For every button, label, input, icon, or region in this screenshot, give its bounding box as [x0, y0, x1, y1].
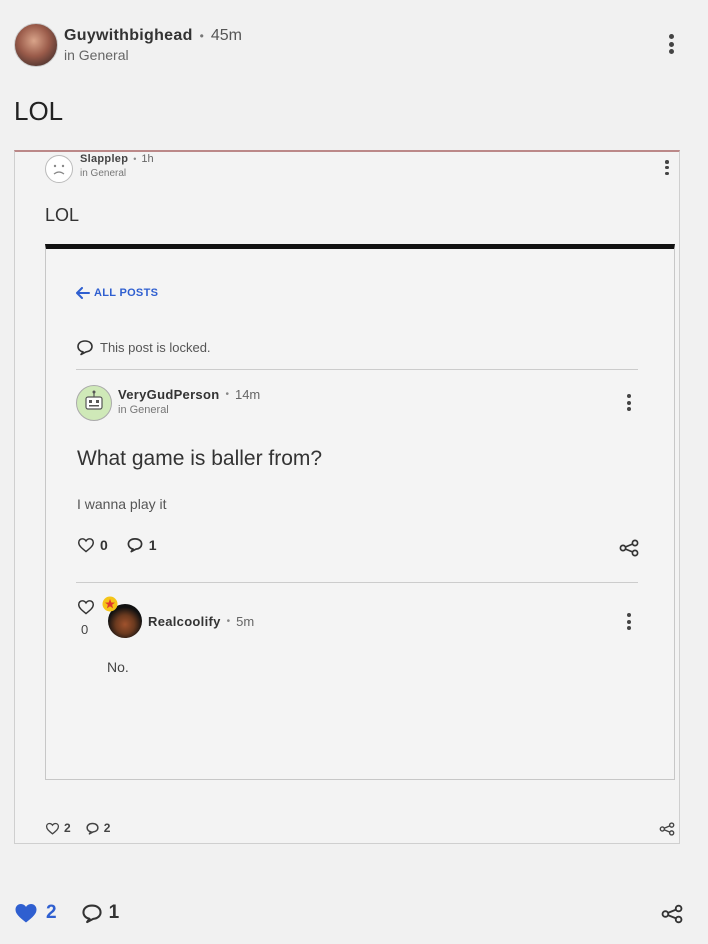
robot-avatar-icon: [85, 390, 103, 410]
screenshot-post-time: 1h: [141, 153, 154, 165]
inner-post-body: I wanna play it: [77, 496, 167, 512]
meta-separator: •: [226, 616, 231, 627]
all-posts-label: ALL POSTS: [94, 287, 159, 299]
divider: [76, 369, 638, 370]
sad-face-icon: [53, 164, 65, 175]
heart-outline-icon: [77, 538, 95, 553]
speech-bubble-icon: [77, 340, 93, 356]
author-avatar[interactable]: [14, 23, 58, 67]
comment-icon: [127, 538, 143, 553]
like-count: 2: [46, 902, 57, 923]
reply-time: 5m: [236, 614, 255, 629]
all-posts-link: ALL POSTS: [76, 287, 158, 299]
post-title: LOL: [14, 96, 64, 126]
screenshot-post-title: LOL: [45, 205, 80, 225]
screenshot-comment-count: 2: [103, 821, 111, 835]
comment-count: 1: [108, 902, 120, 923]
post-category[interactable]: in General: [64, 47, 129, 63]
screenshot-post-category: in General: [80, 168, 127, 179]
screenshot-heart-outline-icon: [45, 822, 60, 835]
reply-more-options-icon: [626, 613, 631, 630]
inner-more-options-icon: [626, 394, 631, 411]
screenshot-more-options-icon: [665, 160, 669, 175]
heart-filled-icon: [15, 904, 37, 923]
screenshot-like-count: 2: [64, 821, 71, 835]
reply-like-count: 0: [81, 622, 89, 637]
post-time: 45m: [210, 27, 242, 44]
reply-author-username: Realcoolify: [148, 614, 221, 629]
inner-like-count: 0: [100, 537, 108, 553]
screenshot-author-username: Slapplep: [80, 153, 129, 165]
share-icon[interactable]: [661, 904, 683, 924]
share-icon: [619, 539, 639, 557]
comment-icon: [81, 904, 102, 923]
inner-post-title: What game is baller from?: [77, 447, 323, 470]
meta-separator: •: [133, 154, 137, 164]
reply-body: No.: [107, 659, 129, 675]
screenshot-share-icon: [659, 822, 675, 836]
locked-notice: This post is locked.: [100, 340, 211, 355]
post-image-screenshot[interactable]: Slapplep • 1h in General LOL ALL POSTS T…: [14, 150, 680, 844]
inner-author-username: VeryGudPerson: [118, 387, 220, 402]
post-more-options-icon[interactable]: [668, 34, 674, 54]
screenshot-author-avatar: [45, 155, 73, 183]
star-badge-icon: [102, 596, 118, 612]
reply-heart-outline-icon: [77, 600, 95, 615]
arrow-left-icon: [76, 287, 90, 299]
meta-separator: •: [199, 29, 204, 43]
like-button[interactable]: 2: [14, 902, 57, 924]
nested-screenshot: ALL POSTS This post is locked. VeryGudPe…: [45, 244, 675, 780]
inner-post-time: 14m: [234, 387, 261, 402]
comment-button[interactable]: 1: [81, 902, 120, 924]
inner-author-avatar: [76, 385, 112, 421]
inner-post-category: in General: [118, 404, 169, 416]
inner-comment-count: 1: [148, 537, 157, 553]
author-username[interactable]: Guywithbighead: [64, 27, 193, 45]
divider: [76, 582, 638, 583]
meta-separator: •: [225, 389, 229, 400]
screenshot-comment-icon: [86, 822, 99, 835]
